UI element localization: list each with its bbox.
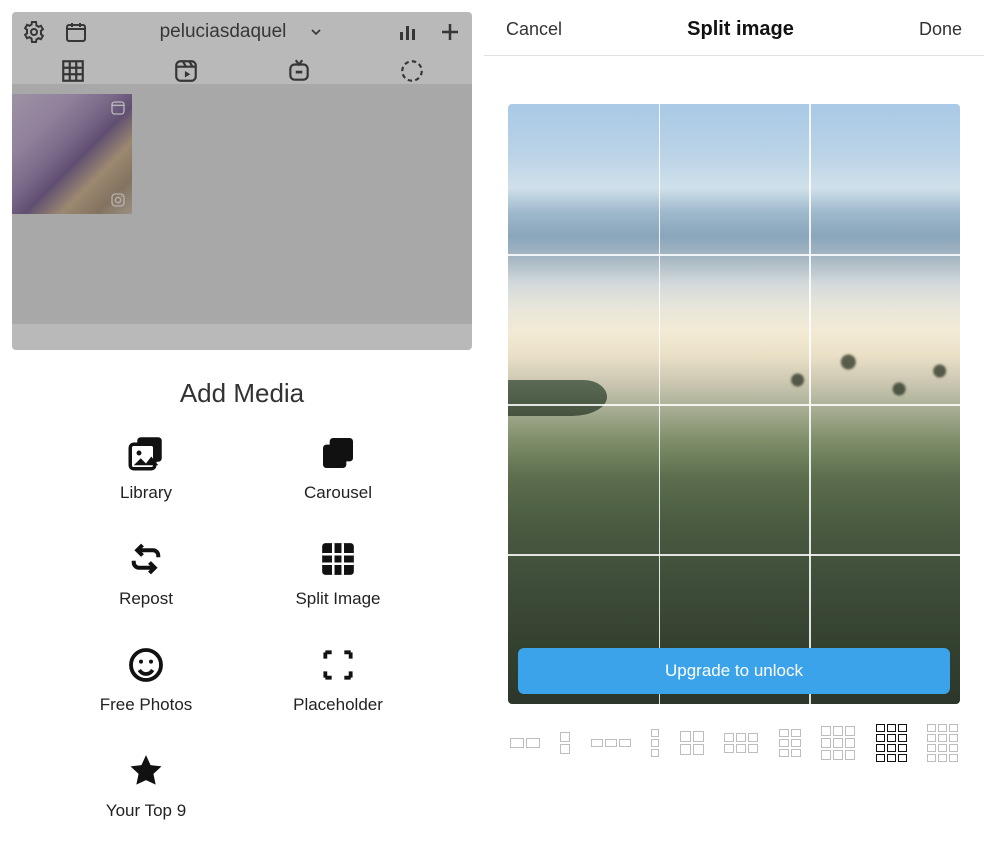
split-image-icon bbox=[316, 537, 360, 581]
cancel-button[interactable]: Cancel bbox=[506, 19, 562, 40]
layout-option-4x3b[interactable] bbox=[927, 724, 958, 762]
media-option-label: Your Top 9 bbox=[106, 801, 186, 821]
username-label: peluciasdaquel bbox=[160, 21, 287, 43]
repost-icon bbox=[124, 537, 168, 581]
media-option-label: Carousel bbox=[304, 483, 372, 503]
feed-grid bbox=[12, 84, 472, 324]
tab-story[interactable] bbox=[399, 58, 425, 84]
post-thumbnail[interactable] bbox=[12, 94, 132, 214]
library-icon bbox=[124, 431, 168, 475]
settings-icon[interactable] bbox=[22, 20, 46, 44]
layout-option-1x2[interactable] bbox=[510, 738, 540, 748]
right-pane: Cancel Split image Done Upgrade to unloc… bbox=[484, 0, 984, 842]
layout-option-3x3[interactable] bbox=[821, 726, 855, 760]
split-preview[interactable]: Upgrade to unlock bbox=[508, 104, 960, 704]
split-image-header: Cancel Split image Done bbox=[484, 0, 984, 56]
preview-image bbox=[508, 104, 960, 704]
media-option-label: Repost bbox=[119, 589, 173, 609]
tab-reels[interactable] bbox=[173, 58, 199, 84]
upgrade-button[interactable]: Upgrade to unlock bbox=[518, 648, 950, 694]
placeholder-icon bbox=[316, 643, 360, 687]
media-option-label: Library bbox=[120, 483, 172, 503]
star-icon bbox=[124, 749, 168, 793]
chevron-down-icon bbox=[308, 24, 324, 40]
media-option-label: Split Image bbox=[295, 589, 380, 609]
media-option-repost[interactable]: Repost bbox=[50, 537, 242, 609]
plus-icon[interactable] bbox=[438, 20, 462, 44]
tab-grid[interactable] bbox=[60, 58, 86, 84]
analytics-icon[interactable] bbox=[396, 20, 420, 44]
profile-tabs bbox=[12, 50, 472, 84]
layout-option-4x3[interactable] bbox=[876, 724, 907, 762]
add-media-title: Add Media bbox=[0, 378, 484, 409]
layout-option-3x1[interactable] bbox=[651, 729, 659, 757]
add-media-grid: Library Carousel Repost Split Image Free… bbox=[0, 431, 484, 821]
layout-option-3x2[interactable] bbox=[779, 729, 801, 757]
calendar-icon[interactable] bbox=[64, 20, 88, 44]
reel-badge-icon bbox=[110, 100, 126, 116]
tab-igtv[interactable] bbox=[286, 58, 312, 84]
media-option-label: Free Photos bbox=[100, 695, 193, 715]
layout-options-row bbox=[484, 704, 984, 762]
top-bar: peluciasdaquel bbox=[12, 12, 472, 50]
page-title: Split image bbox=[687, 18, 794, 41]
layout-option-2x2[interactable] bbox=[680, 731, 704, 755]
layout-option-1x3[interactable] bbox=[591, 739, 631, 747]
media-option-library[interactable]: Library bbox=[50, 431, 242, 503]
carousel-icon bbox=[316, 431, 360, 475]
profile-area-dimmed: peluciasdaquel bbox=[12, 12, 472, 350]
layout-option-2x3[interactable] bbox=[724, 733, 758, 753]
media-option-placeholder[interactable]: Placeholder bbox=[242, 643, 434, 715]
media-option-free-photos[interactable]: Free Photos bbox=[50, 643, 242, 715]
media-option-your-top-9[interactable]: Your Top 9 bbox=[50, 749, 242, 821]
media-option-label: Placeholder bbox=[293, 695, 383, 715]
media-option-split-image[interactable]: Split Image bbox=[242, 537, 434, 609]
instagram-badge-icon bbox=[110, 192, 126, 208]
left-pane: peluciasdaquel bbox=[0, 0, 484, 842]
done-button[interactable]: Done bbox=[919, 19, 962, 40]
free-photos-icon bbox=[124, 643, 168, 687]
media-option-carousel[interactable]: Carousel bbox=[242, 431, 434, 503]
username-dropdown[interactable]: peluciasdaquel bbox=[160, 21, 325, 43]
layout-option-2x1[interactable] bbox=[560, 732, 570, 754]
